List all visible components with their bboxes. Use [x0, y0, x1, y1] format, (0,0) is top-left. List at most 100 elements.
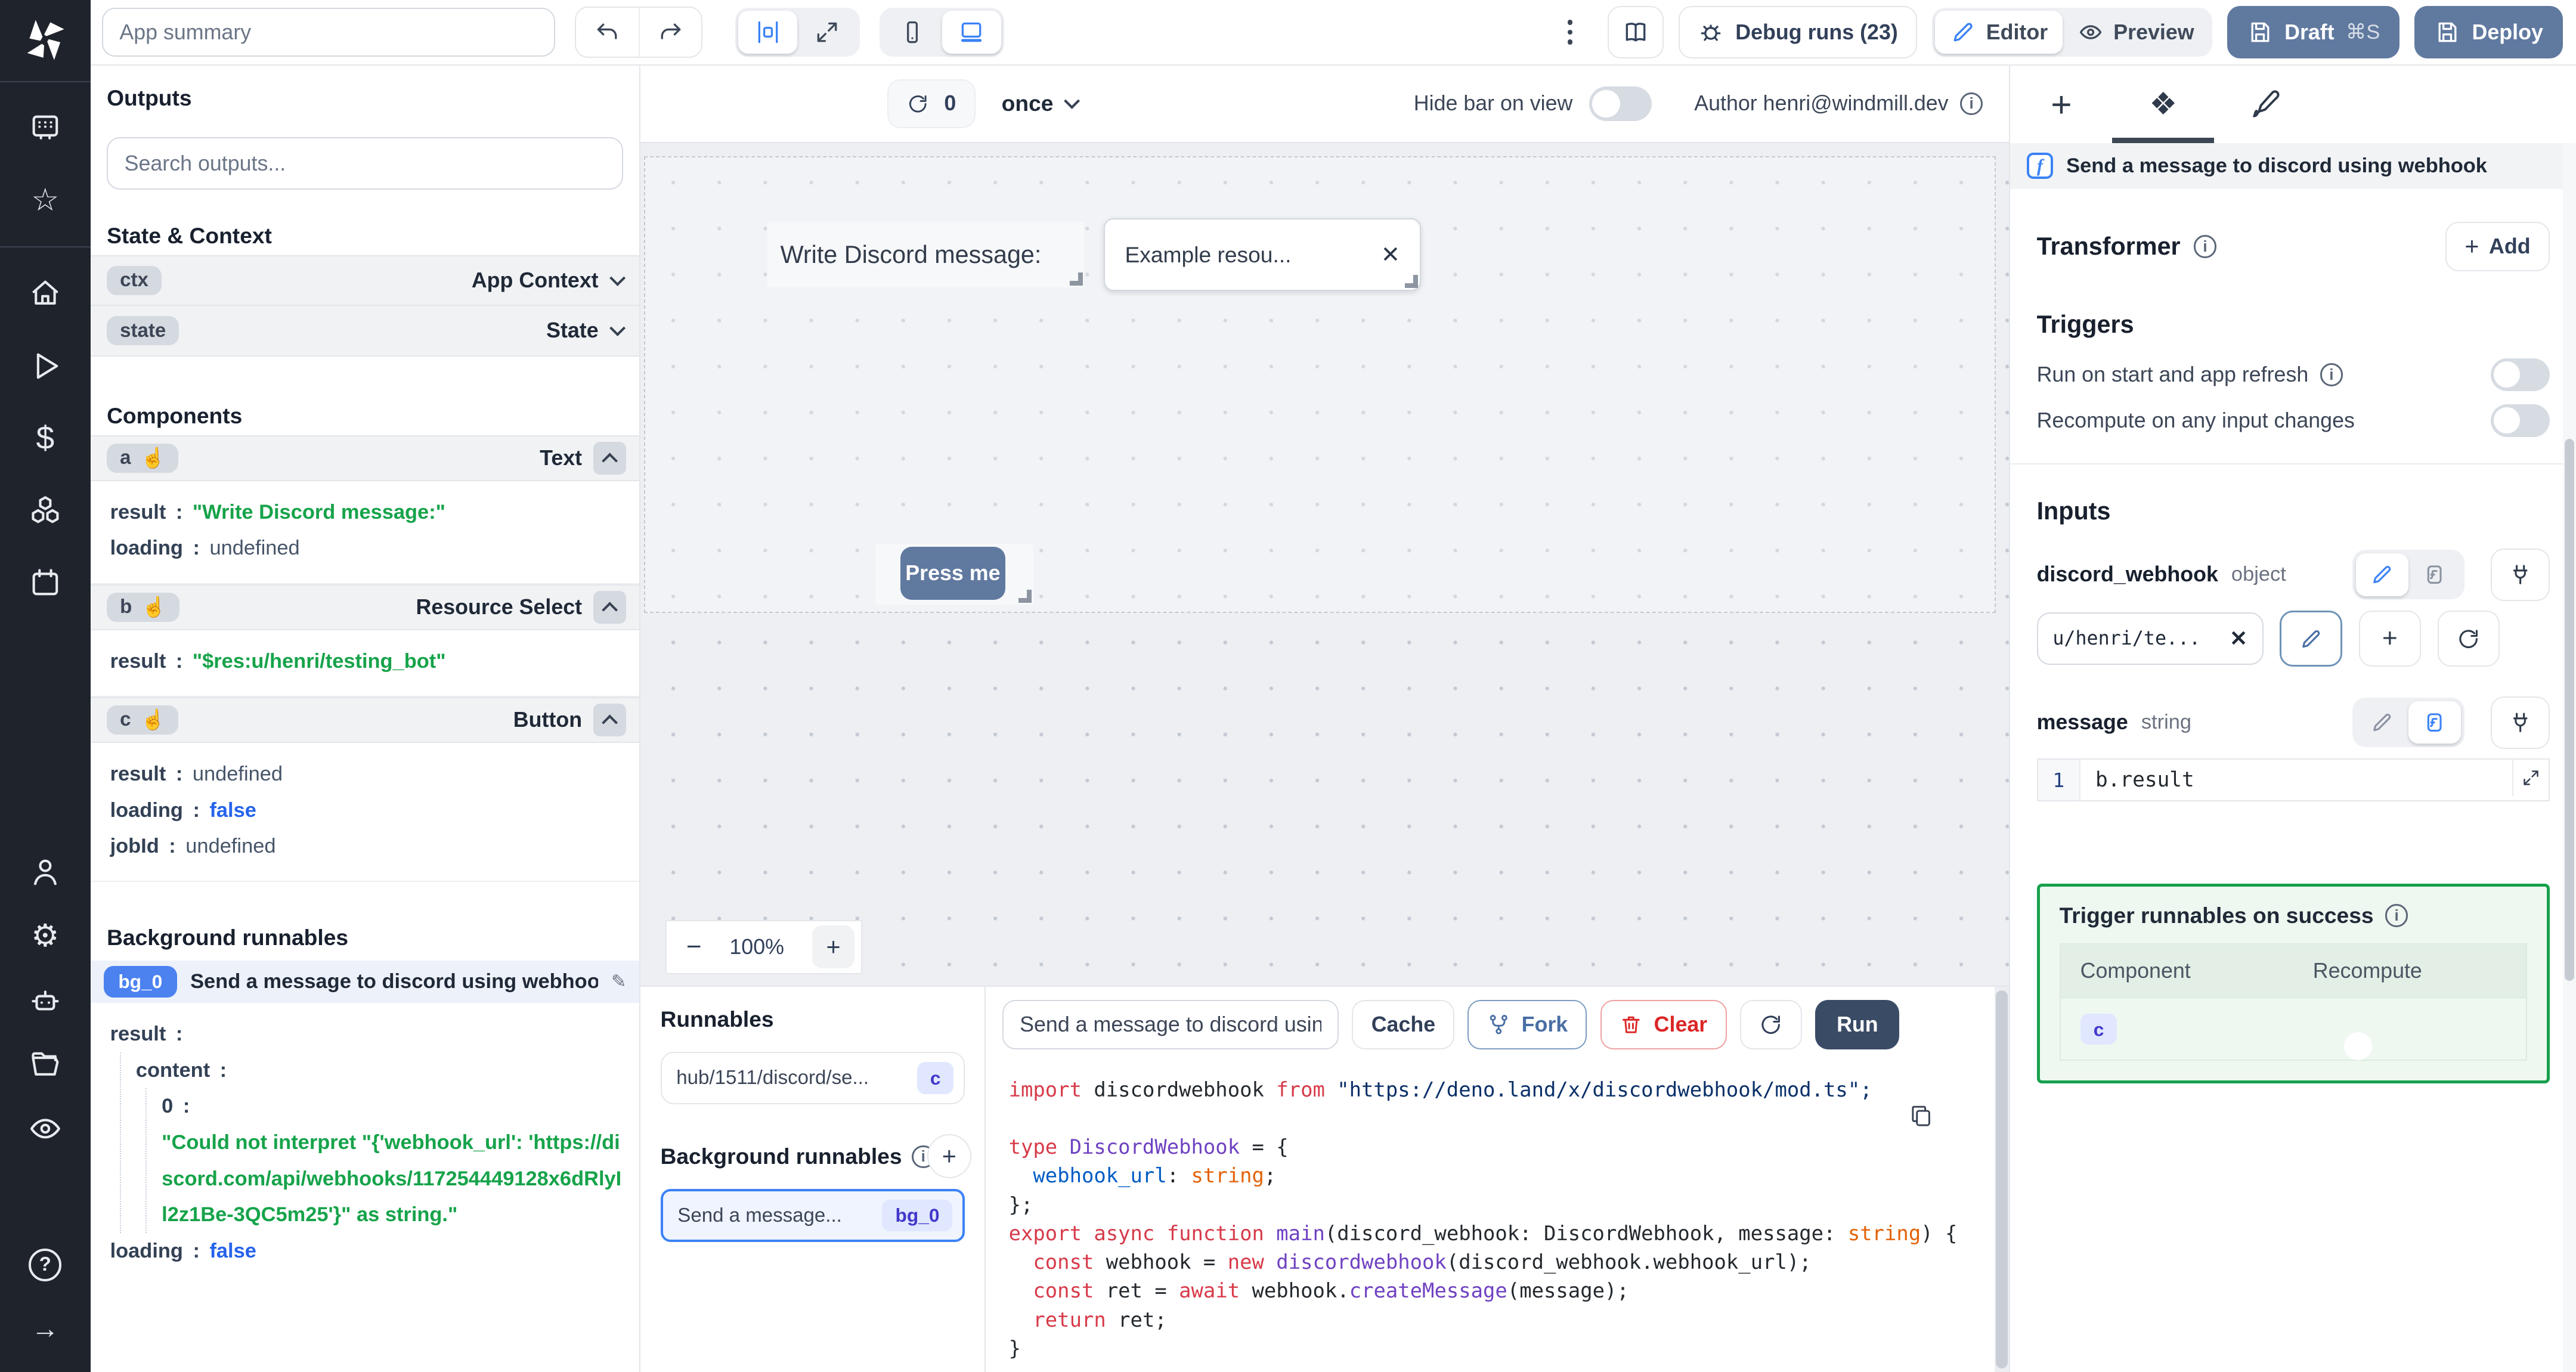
ctx-row[interactable]: ctx App Context — [90, 255, 640, 306]
component-c-header[interactable]: c ☝ Button — [90, 696, 640, 743]
message-expression-editor[interactable]: 1 b.result — [2036, 758, 2550, 801]
zoom-out-button[interactable]: − — [686, 932, 702, 962]
resize-handle[interactable] — [1069, 272, 1083, 286]
edit-pencil-icon[interactable]: ✎ — [611, 971, 626, 992]
home-icon[interactable] — [26, 274, 65, 313]
output-value[interactable]: false — [209, 1233, 256, 1269]
expand-sidebar-arrow-icon[interactable]: → — [26, 1309, 65, 1349]
tab-preview[interactable]: Preview — [2063, 11, 2209, 54]
apps-icon[interactable] — [26, 109, 65, 148]
info-icon[interactable]: i — [2385, 904, 2408, 927]
output-value[interactable]: "Write Discord message:" — [193, 494, 445, 531]
resize-handle[interactable] — [1405, 274, 1419, 288]
tab-theme-brush[interactable] — [2214, 66, 2316, 143]
add-bg-runnable-button[interactable]: + — [927, 1133, 971, 1179]
selected-runnable-header[interactable]: f Send a message to discord using webhoo… — [2010, 143, 2576, 189]
bg-runnable-row[interactable]: bg_0 Send a message to discord using web… — [90, 960, 640, 1004]
static-mode-button[interactable] — [2355, 553, 2409, 596]
fullscreen-layout-button[interactable] — [797, 11, 856, 54]
eval-mode-button[interactable] — [2408, 701, 2462, 744]
folders-icon[interactable] — [26, 1045, 65, 1084]
cache-button[interactable]: Cache — [1352, 1000, 1455, 1049]
refresh-count-button[interactable]: 0 — [887, 79, 976, 129]
tab-component-settings[interactable]: ❖ — [2112, 66, 2215, 143]
state-row[interactable]: state State — [90, 306, 640, 357]
component-b-header[interactable]: b ☝ Resource Select — [90, 584, 640, 630]
output-value[interactable]: undefined — [209, 530, 299, 566]
search-outputs-input[interactable] — [107, 137, 623, 190]
component-a-header[interactable]: a ☝ Text — [90, 435, 640, 481]
collapse-button[interactable] — [593, 590, 627, 624]
expression-value[interactable]: b.result — [2080, 768, 2512, 792]
code-viewer[interactable]: import discordwebhook from "https://deno… — [986, 1063, 2009, 1372]
help-icon[interactable]: ? — [26, 1245, 65, 1284]
text-component[interactable]: Write Discord message: — [767, 221, 1085, 288]
runnable-name-input[interactable] — [1002, 1000, 1339, 1049]
app-summary-input[interactable] — [101, 7, 556, 57]
favorites-star-icon[interactable]: ☆ — [26, 181, 65, 220]
info-icon[interactable]: i — [2320, 363, 2343, 386]
runs-play-icon[interactable] — [26, 346, 65, 386]
bg-runnable-item-selected[interactable]: Send a message... bg_0 — [660, 1189, 965, 1242]
editor-scrollbar[interactable] — [1994, 987, 2010, 1372]
connect-plug-button[interactable] — [2490, 696, 2550, 749]
run-button[interactable]: Run — [1815, 1000, 1900, 1049]
static-mode-button[interactable] — [2356, 701, 2408, 744]
collapse-button[interactable] — [593, 441, 627, 475]
reload-button[interactable] — [1739, 1000, 1803, 1049]
expand-editor-icon[interactable] — [2512, 760, 2549, 796]
error-output-value[interactable]: "Could not interpret "{'webhook_url': 'h… — [162, 1125, 623, 1233]
edit-resource-button[interactable] — [2280, 611, 2342, 667]
workers-robot-icon[interactable] — [26, 981, 65, 1020]
undo-button[interactable] — [576, 8, 639, 57]
schedule-dropdown[interactable]: once — [1002, 91, 1080, 116]
output-value[interactable]: undefined — [185, 828, 275, 865]
zoom-in-button[interactable]: + — [812, 925, 855, 969]
eval-mode-button[interactable] — [2408, 553, 2461, 596]
tab-editor[interactable]: Editor — [1935, 11, 2063, 54]
more-menu-icon[interactable] — [1557, 20, 1583, 45]
audit-eye-icon[interactable] — [26, 1109, 65, 1148]
resources-cubes-icon[interactable] — [26, 491, 65, 530]
run-on-start-toggle[interactable] — [2490, 358, 2550, 391]
resize-handle[interactable] — [1018, 590, 1032, 603]
clear-resource-icon[interactable]: ✕ — [2230, 627, 2247, 651]
output-value[interactable]: undefined — [193, 756, 283, 792]
collapse-button[interactable] — [593, 703, 627, 736]
fork-button[interactable]: Fork — [1467, 1000, 1587, 1049]
docs-book-button[interactable] — [1608, 6, 1664, 59]
app-canvas[interactable]: Write Discord message: Example resou... … — [640, 143, 2010, 986]
press-me-button[interactable]: Press me — [900, 547, 1006, 600]
users-icon[interactable] — [26, 853, 65, 892]
mobile-view-button[interactable] — [883, 11, 942, 54]
tab-insert-component[interactable]: + — [2010, 66, 2112, 143]
info-icon[interactable]: i — [1959, 92, 1983, 116]
center-layout-button[interactable] — [738, 11, 798, 54]
desktop-view-button[interactable] — [942, 11, 1001, 54]
copy-code-icon[interactable] — [1909, 1104, 1933, 1128]
panel-scrollbar[interactable] — [2562, 143, 2576, 1372]
chevron-down-icon[interactable] — [609, 320, 626, 337]
deploy-button[interactable]: Deploy — [2414, 6, 2563, 59]
recompute-on-change-toggle[interactable] — [2490, 404, 2550, 437]
button-component[interactable]: Press me — [875, 543, 1033, 605]
output-value[interactable]: "$res:u/henri/testing_bot" — [193, 643, 446, 680]
chevron-down-icon[interactable] — [609, 270, 626, 286]
windmill-logo[interactable] — [0, 0, 91, 82]
debug-runs-button[interactable]: Debug runs (23) — [1678, 6, 1918, 59]
schedules-calendar-icon[interactable] — [26, 563, 65, 602]
connect-plug-button[interactable] — [2490, 548, 2550, 601]
output-value[interactable]: false — [209, 792, 256, 829]
add-transformer-button[interactable]: + Add — [2445, 221, 2550, 271]
resource-value-field[interactable]: u/henri/te... ✕ — [2036, 612, 2264, 665]
settings-gear-icon[interactable]: ⚙ — [26, 917, 65, 956]
runnable-item[interactable]: hub/1511/discord/se... c — [660, 1052, 965, 1105]
variables-dollar-icon[interactable]: $ — [26, 419, 65, 458]
clear-selection-icon[interactable]: ✕ — [1381, 241, 1400, 268]
add-resource-button[interactable]: + — [2358, 611, 2422, 667]
resource-select-component[interactable]: Example resou... ✕ — [1104, 218, 1422, 291]
draft-button[interactable]: Draft ⌘S — [2227, 6, 2400, 59]
info-icon[interactable]: i — [2193, 234, 2217, 258]
clear-button[interactable]: Clear — [1600, 1000, 1727, 1049]
hide-bar-toggle[interactable] — [1589, 86, 1652, 121]
